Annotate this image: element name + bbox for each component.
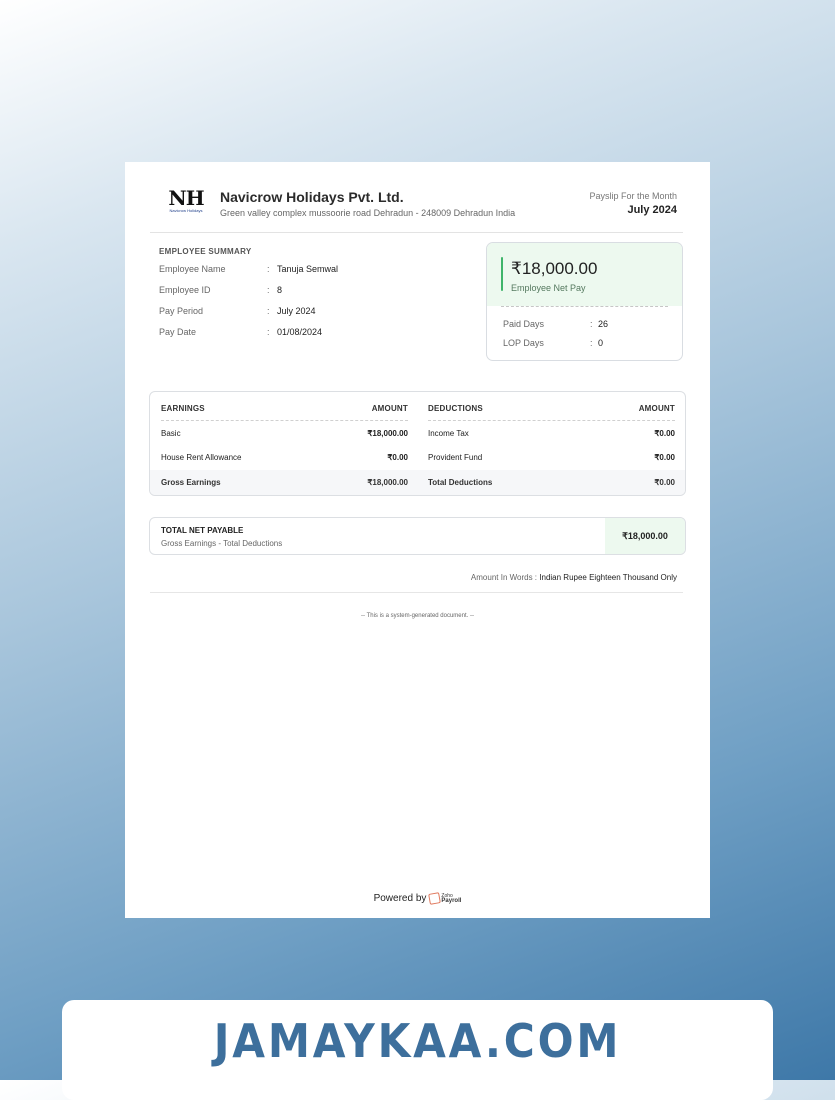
banner-text: JAMAYKAA.COM <box>213 1014 622 1068</box>
deductions-header-divider <box>428 420 675 421</box>
earnings-amount-header: AMOUNT <box>371 404 408 413</box>
employee-summary-title: EMPLOYEE SUMMARY <box>159 247 252 256</box>
lop-days-row: LOP Days : 0 <box>503 338 608 357</box>
gross-earnings-row: Gross Earnings ₹18,000.00 <box>161 478 408 487</box>
net-pay-divider <box>501 306 668 307</box>
payroll-brand: Zoho Payroll <box>441 893 462 904</box>
system-generated-note: -- This is a system-generated document. … <box>361 613 474 619</box>
amount-in-words: Amount In Words : Indian Rupee Eighteen … <box>471 573 677 582</box>
paid-days-row: Paid Days : 26 <box>503 319 608 338</box>
employee-name-value: Tanuja Semwal <box>277 264 339 274</box>
net-payable-title: TOTAL NET PAYABLE <box>161 526 244 535</box>
footer-divider <box>150 592 683 593</box>
deduction-amount: ₹0.00 <box>654 453 675 462</box>
net-pay-highlight: ₹18,000.00 Employee Net Pay <box>487 243 682 306</box>
total-net-payable: TOTAL NET PAYABLE Gross Earnings - Total… <box>149 517 686 555</box>
deduction-amount: ₹0.00 <box>654 429 675 438</box>
summary-label: Pay Period <box>159 306 204 316</box>
pay-period-value: July 2024 <box>277 306 316 316</box>
deductions-header-row: DEDUCTIONS AMOUNT <box>428 404 675 413</box>
watermark-banner: JAMAYKAA.COM <box>62 1000 773 1100</box>
payroll-logo: Zoho Payroll <box>428 892 462 905</box>
days-colon: : <box>590 338 593 348</box>
powered-by: Powered by Zoho Payroll <box>125 892 710 905</box>
logo-letters: NH <box>168 186 204 210</box>
gross-earnings-label: Gross Earnings <box>161 478 221 487</box>
summary-row-employee-id: Employee ID : 8 <box>159 285 459 306</box>
summary-label: Pay Date <box>159 327 197 337</box>
table-row: Income Tax ₹0.00 <box>428 429 675 438</box>
table-row: Basic ₹18,000.00 <box>161 429 408 438</box>
days-colon: : <box>590 319 593 329</box>
deductions-column: DEDUCTIONS AMOUNT Income Tax ₹0.00 Provi… <box>428 392 675 495</box>
gross-earnings-amount: ₹18,000.00 <box>367 478 408 487</box>
payroll-logo-icon <box>428 892 442 905</box>
payroll-brand-name: Payroll <box>441 897 462 904</box>
pay-date-value: 01/08/2024 <box>277 327 323 337</box>
net-pay-label: Employee Net Pay <box>511 283 586 293</box>
amount-in-words-value: Indian Rupee Eighteen Thousand Only <box>539 573 677 582</box>
company-name: Navicrow Holidays Pvt. Ltd. <box>220 189 404 205</box>
summary-label: Employee ID <box>159 285 211 295</box>
net-pay-card: ₹18,000.00 Employee Net Pay Paid Days : … <box>486 242 683 361</box>
table-row: Provident Fund ₹0.00 <box>428 453 675 462</box>
deductions-amount-header: AMOUNT <box>638 404 675 413</box>
company-address: Green valley complex mussoorie road Dehr… <box>220 208 516 218</box>
deduction-label: Provident Fund <box>428 453 483 462</box>
powered-by-text: Powered by <box>373 893 427 904</box>
summary-row-employee-name: Employee Name : Tanuja Semwal <box>159 264 459 285</box>
earnings-column: EARNINGS AMOUNT Basic ₹18,000.00 House R… <box>161 392 408 495</box>
summary-label: Employee Name <box>159 264 226 274</box>
net-payable-subtitle: Gross Earnings - Total Deductions <box>161 539 283 548</box>
earning-amount: ₹18,000.00 <box>367 429 408 438</box>
lop-days-value: 0 <box>598 338 604 348</box>
earnings-header: EARNINGS <box>161 404 205 413</box>
days-label: LOP Days <box>503 338 544 348</box>
summary-colon: : <box>267 306 270 316</box>
earnings-header-divider <box>161 420 408 421</box>
net-payable-amount: ₹18,000.00 <box>605 518 685 554</box>
deduction-label: Income Tax <box>428 429 469 438</box>
earning-amount: ₹0.00 <box>387 453 408 462</box>
company-logo: NH Navicrow Holidays <box>164 188 208 218</box>
payslip-header: NH Navicrow Holidays Navicrow Holidays P… <box>150 182 683 233</box>
total-deductions-row: Total Deductions ₹0.00 <box>428 478 675 487</box>
days-label: Paid Days <box>503 319 545 329</box>
earning-label: House Rent Allowance <box>161 453 242 462</box>
net-pay-amount: ₹18,000.00 <box>511 259 598 278</box>
logo-subtext: Navicrow Holidays <box>169 208 203 213</box>
summary-colon: : <box>267 285 270 295</box>
summary-row-pay-date: Pay Date : 01/08/2024 <box>159 327 459 348</box>
earnings-header-row: EARNINGS AMOUNT <box>161 404 408 413</box>
summary-row-pay-period: Pay Period : July 2024 <box>159 306 459 327</box>
summary-colon: : <box>267 264 270 274</box>
employee-id-value: 8 <box>277 285 283 295</box>
summary-colon: : <box>267 327 270 337</box>
earning-label: Basic <box>161 429 181 438</box>
deductions-header: DEDUCTIONS <box>428 404 483 413</box>
table-row: House Rent Allowance ₹0.00 <box>161 453 408 462</box>
days-summary: Paid Days : 26 LOP Days : 0 <box>503 319 608 357</box>
payslip-month-label: Payslip For the Month <box>589 191 677 201</box>
net-pay-accent-bar <box>501 257 503 291</box>
total-deductions-amount: ₹0.00 <box>654 478 675 487</box>
payslip-document: NH Navicrow Holidays Navicrow Holidays P… <box>125 162 710 918</box>
employee-summary: EMPLOYEE SUMMARY Employee Name : Tanuja … <box>159 247 459 348</box>
total-deductions-label: Total Deductions <box>428 478 493 487</box>
payslip-month: July 2024 <box>627 204 677 216</box>
earnings-deductions-table: EARNINGS AMOUNT Basic ₹18,000.00 House R… <box>149 391 686 496</box>
paid-days-value: 26 <box>598 319 609 329</box>
amount-in-words-label: Amount In Words : <box>470 573 538 582</box>
